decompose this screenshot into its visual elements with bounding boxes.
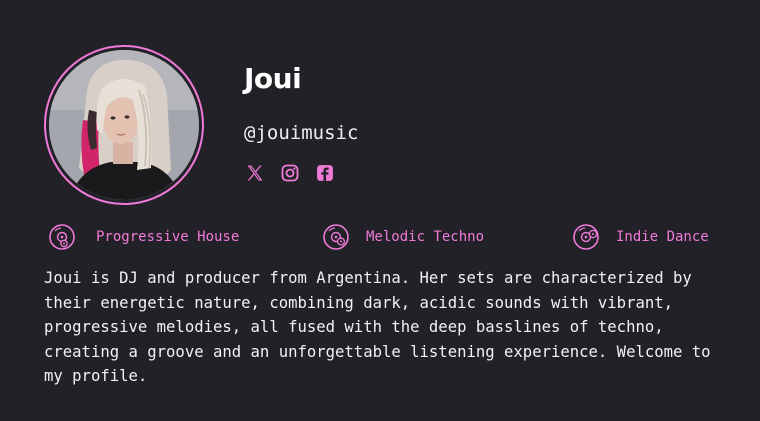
genre-item[interactable]: Melodic Techno — [322, 222, 484, 252]
artist-handle: @jouimusic — [244, 122, 359, 144]
facebook-icon — [317, 165, 333, 181]
genre-label: Melodic Techno — [366, 229, 485, 245]
genre-label: Progressive House — [96, 229, 240, 245]
genre-item[interactable]: Progressive House — [48, 222, 239, 252]
instagram-link[interactable] — [279, 162, 301, 184]
avatar-ring — [44, 45, 204, 205]
vinyl-disc-icon — [573, 224, 599, 250]
vinyl-disc-icon — [49, 224, 75, 250]
artist-profile-card: Joui @jouimusic Progressive House Melodi… — [0, 0, 760, 421]
genre-label: Indie Dance — [616, 229, 709, 245]
genre-list: Progressive House Melodic Techno Indie D… — [44, 222, 716, 252]
x-icon — [247, 165, 263, 181]
artist-name: Joui — [244, 62, 302, 95]
genre-item[interactable]: Indie Dance — [572, 222, 709, 252]
artist-bio: Joui is DJ and producer from Argentina. … — [44, 269, 711, 385]
vinyl-disc-icon — [323, 224, 349, 250]
instagram-icon — [281, 164, 299, 182]
facebook-link[interactable] — [314, 162, 336, 184]
avatar — [49, 50, 199, 200]
x-link[interactable] — [244, 162, 266, 184]
social-links — [244, 162, 336, 184]
